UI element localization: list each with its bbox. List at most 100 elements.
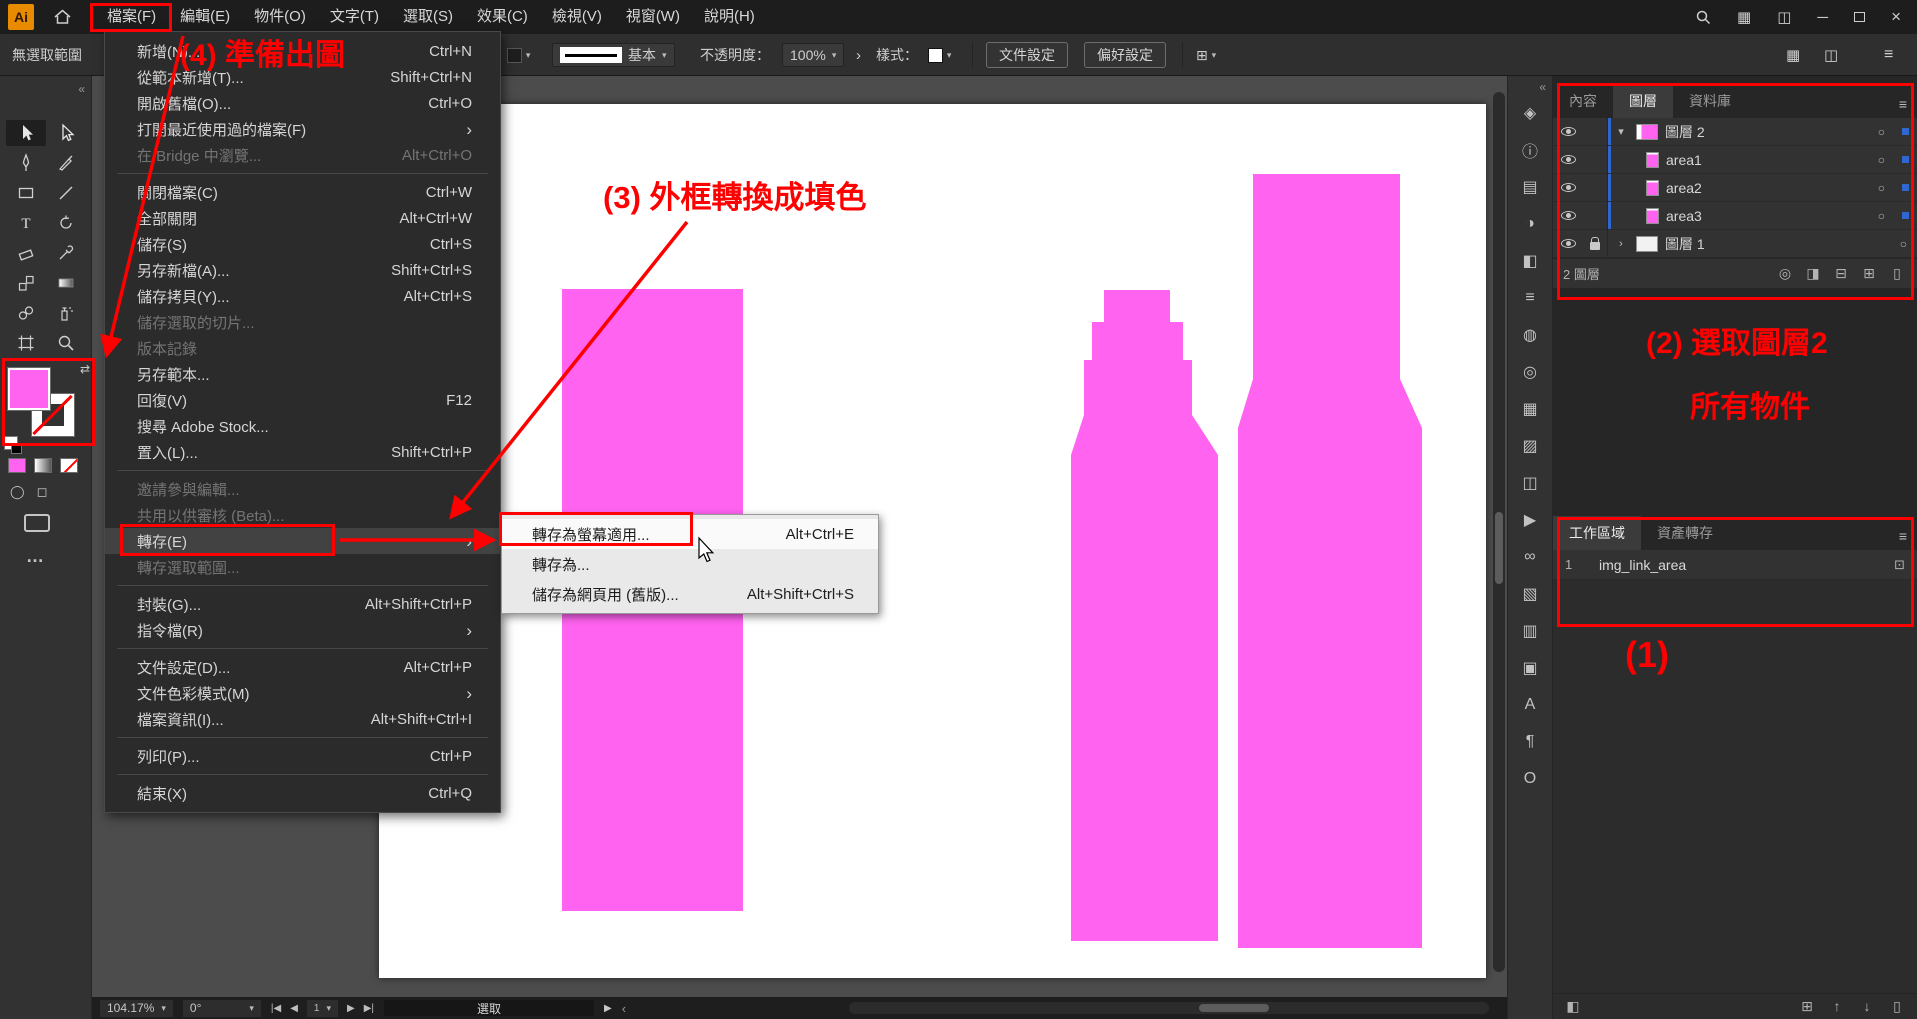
brush-definition-dropdown[interactable]: 基本 ▾: [552, 34, 675, 76]
actions-panel-icon[interactable]: ▶: [1508, 501, 1552, 538]
draw-normal-icon[interactable]: ◯: [10, 484, 25, 500]
gradient-panel-icon[interactable]: ◧: [1508, 242, 1552, 279]
menu-item[interactable]: 儲存拷貝(Y)...Alt+Ctrl+S: [105, 283, 500, 309]
layer-row-layer2[interactable]: ▾ 圖層 2 ○: [1553, 118, 1917, 146]
direct-selection-tool[interactable]: [46, 120, 86, 146]
first-artboard-icon[interactable]: |◀: [271, 1003, 281, 1014]
line-segment-tool[interactable]: [46, 180, 86, 206]
layer-name[interactable]: 圖層 1: [1665, 234, 1705, 254]
swatches-panel-icon[interactable]: ▦: [1508, 390, 1552, 427]
home-icon[interactable]: [54, 9, 71, 25]
object-thumbnail[interactable]: [1646, 152, 1659, 168]
none-button[interactable]: [60, 458, 78, 473]
tab-properties[interactable]: 內容: [1553, 84, 1613, 118]
type-tool[interactable]: T: [6, 210, 46, 236]
minimize-window-icon[interactable]: ─: [1817, 9, 1828, 26]
layer-row-area1[interactable]: area1 ○: [1553, 146, 1917, 174]
menu-window[interactable]: 視窗(W): [614, 0, 692, 34]
blend-tool[interactable]: [6, 300, 46, 326]
opentype-panel-icon[interactable]: O: [1508, 760, 1552, 797]
paragraph-panel-icon[interactable]: ¶: [1508, 723, 1552, 760]
style-dropdown[interactable]: ▾: [928, 34, 951, 76]
move-down-icon[interactable]: ↓: [1857, 998, 1877, 1015]
rotate-tool[interactable]: [46, 210, 86, 236]
target-circle-icon[interactable]: ○: [1878, 209, 1885, 223]
default-fill-stroke-icon[interactable]: [4, 436, 18, 450]
opacity-dropdown[interactable]: 100%▾: [782, 34, 844, 76]
move-up-icon[interactable]: ↑: [1827, 998, 1847, 1015]
delete-artboard-icon[interactable]: ▯: [1887, 998, 1907, 1015]
gradient-tool[interactable]: [46, 270, 86, 296]
maximize-window-icon[interactable]: [1854, 12, 1865, 22]
stroke-color-dropdown[interactable]: ▾: [507, 34, 530, 76]
visibility-eye-icon[interactable]: [1553, 155, 1583, 164]
menu-item[interactable]: 轉存(E)›: [105, 528, 500, 554]
target-circle-icon[interactable]: ○: [1878, 153, 1885, 167]
visibility-eye-icon[interactable]: [1553, 239, 1583, 248]
rectangle-tool[interactable]: [6, 180, 46, 206]
layer-row-area2[interactable]: area2 ○: [1553, 174, 1917, 202]
asset-export-panel-icon[interactable]: ▧: [1508, 575, 1552, 612]
tab-layers[interactable]: 圖層: [1613, 84, 1673, 118]
menu-item[interactable]: 邀請參與編輯...: [105, 476, 500, 502]
menu-help[interactable]: 說明(H): [692, 0, 767, 34]
search-icon[interactable]: [1695, 9, 1711, 25]
target-circle-icon[interactable]: ○: [1878, 125, 1885, 139]
locate-object-icon[interactable]: ◎: [1775, 265, 1795, 282]
toolbar-collapse-icon[interactable]: «: [78, 82, 85, 96]
paintbrush-tool[interactable]: [46, 150, 86, 176]
target-circle-icon[interactable]: ○: [1878, 181, 1885, 195]
previous-artboard-icon[interactable]: ◀: [290, 1003, 298, 1014]
panel-menu-icon[interactable]: ≡: [1899, 528, 1907, 550]
menu-item[interactable]: 轉存為...: [502, 549, 878, 579]
menu-item[interactable]: 回復(V)F12: [105, 387, 500, 413]
menu-object[interactable]: 物件(O): [242, 0, 318, 34]
edit-toolbar-button[interactable]: …: [26, 546, 44, 567]
visibility-eye-icon[interactable]: [1553, 127, 1583, 136]
artboards-panel-icon[interactable]: ▣: [1508, 649, 1552, 686]
layer-name[interactable]: area3: [1666, 208, 1702, 224]
screen-mode-button[interactable]: [24, 514, 50, 532]
menu-item[interactable]: 儲存為網頁用 (舊版)...Alt+Shift+Ctrl+S: [502, 579, 878, 609]
artboard-options-icon[interactable]: ◧: [1563, 998, 1583, 1015]
align-dropdown[interactable]: ⊞ ▾: [1196, 34, 1216, 76]
layer-row-layer1[interactable]: › 圖層 1 ○: [1553, 230, 1917, 258]
status-chevron-icon[interactable]: ‹: [622, 1001, 626, 1016]
layer-row-area3[interactable]: area3 ○: [1553, 202, 1917, 230]
panel-menu-icon[interactable]: ≡: [1899, 96, 1907, 118]
menu-item[interactable]: 開啟舊檔(O)...Ctrl+O: [105, 90, 500, 116]
artboard-row[interactable]: 1 img_link_area ⊡: [1553, 550, 1917, 580]
expand-panels-icon[interactable]: «: [1539, 80, 1546, 94]
last-artboard-icon[interactable]: ▶|: [364, 1003, 374, 1014]
layer-name[interactable]: area1: [1666, 152, 1702, 168]
workspace-switcher-icon[interactable]: ▦: [1737, 8, 1751, 26]
control-panel-menu-icon[interactable]: ≡: [1884, 34, 1893, 76]
color-button[interactable]: [8, 458, 26, 473]
draw-inside-icon[interactable]: ◻: [37, 484, 48, 500]
horizontal-scrollbar[interactable]: [849, 1002, 1489, 1014]
visibility-eye-icon[interactable]: [1553, 211, 1583, 220]
menu-file[interactable]: 檔案(F): [95, 0, 168, 34]
symbols-panel-icon[interactable]: ◫: [1508, 464, 1552, 501]
menu-item[interactable]: 轉存選取範圍...: [105, 554, 500, 580]
scale-tool[interactable]: [6, 270, 46, 296]
menu-item[interactable]: 指令檔(R)›: [105, 617, 500, 643]
panel-dock-icon[interactable]: ◫: [1824, 34, 1838, 76]
artboard-number-dropdown[interactable]: 1▾: [307, 1000, 338, 1017]
menu-item[interactable]: 儲存選取的切片...: [105, 309, 500, 335]
horizontal-scrollbar-thumb[interactable]: [1199, 1004, 1269, 1012]
menu-item[interactable]: 另存新檔(A)...Shift+Ctrl+S: [105, 257, 500, 283]
next-artboard-icon[interactable]: ▶: [347, 1003, 355, 1014]
menu-item[interactable]: 在 Bridge 中瀏覽...Alt+Ctrl+O: [105, 142, 500, 168]
zoom-tool[interactable]: [46, 330, 86, 356]
artboard-symbol-icon[interactable]: ⊡: [1894, 557, 1905, 573]
close-window-icon[interactable]: ×: [1891, 12, 1901, 22]
color-guide-panel-icon[interactable]: ▤: [1508, 168, 1552, 205]
menu-edit[interactable]: 編輯(E): [168, 0, 242, 34]
appearance-panel-icon[interactable]: ◎: [1508, 353, 1552, 390]
tab-artboards[interactable]: 工作區域: [1553, 516, 1641, 550]
menu-item[interactable]: 全部關閉Alt+Ctrl+W: [105, 205, 500, 231]
artboard-name[interactable]: img_link_area: [1599, 557, 1686, 573]
character-panel-icon[interactable]: A: [1508, 686, 1552, 723]
properties-panel-icon[interactable]: ◈: [1508, 94, 1552, 131]
